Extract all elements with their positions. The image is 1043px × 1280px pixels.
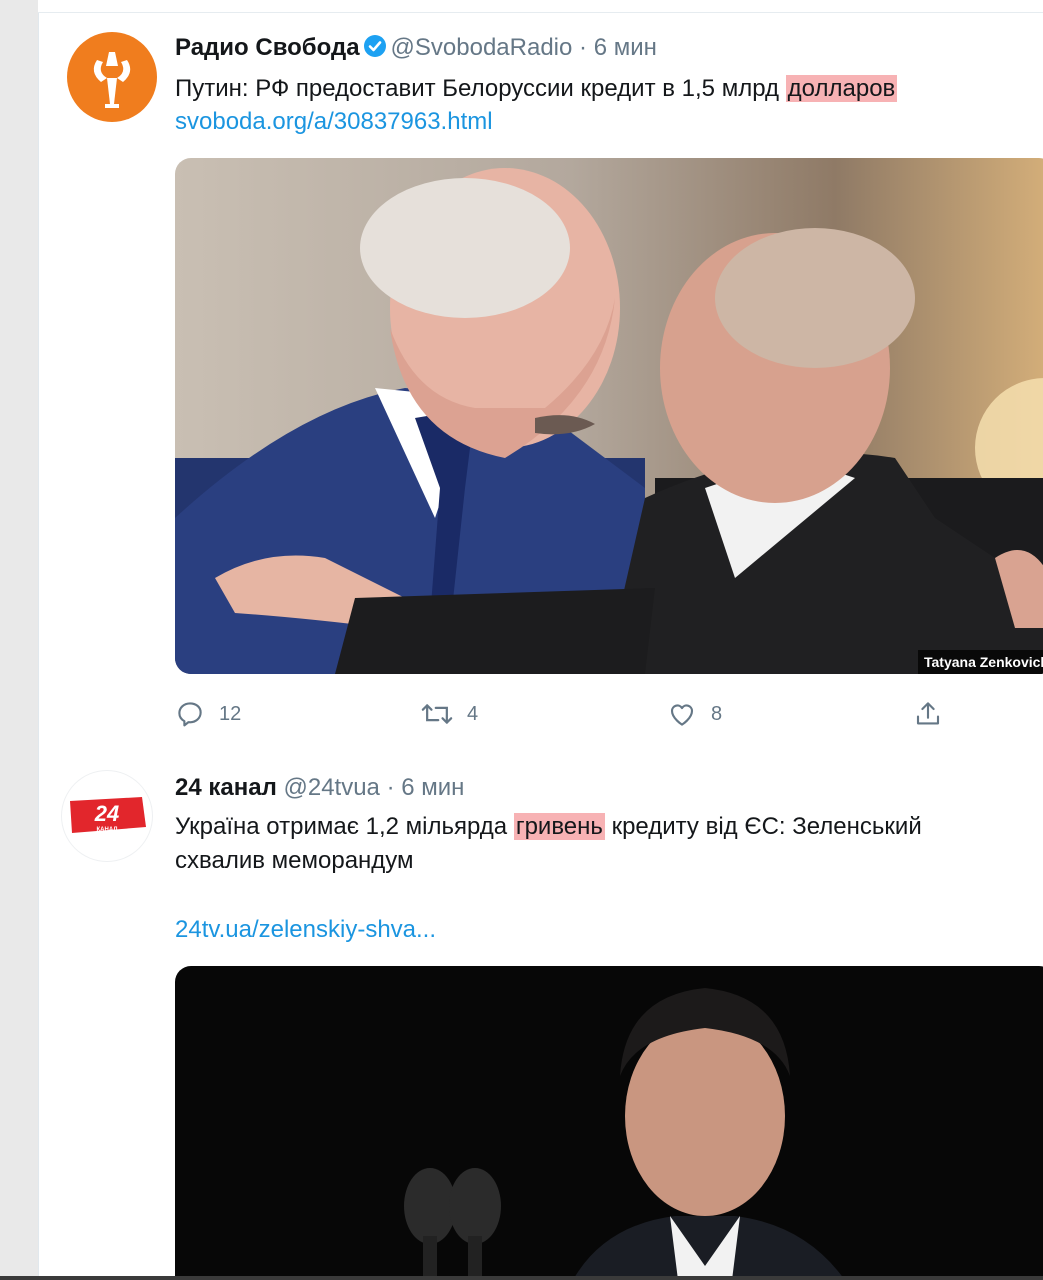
highlighted-word: долларов — [785, 75, 898, 102]
tweet-photo-image — [175, 158, 1043, 674]
tweet-actions: 12 4 8 — [175, 694, 975, 734]
tweet-link[interactable]: svoboda.org/a/30837963.html — [175, 108, 493, 136]
like-button[interactable]: 8 — [667, 694, 722, 734]
svoboda-torch-icon — [93, 52, 131, 108]
tweet-photo[interactable] — [175, 966, 1043, 1276]
tweet-header: Радио Свобода @SvobodaRadio · 6 мин — [175, 34, 657, 65]
channel-24-logo-icon: 24 КАНАЛ — [70, 797, 146, 833]
avatar-svoboda[interactable] — [67, 32, 157, 122]
tweet-text-rest: кредиту від ЄС: Зеленський — [604, 813, 922, 840]
verified-badge-icon — [363, 34, 387, 65]
tweet-text: Україна отримає 1,2 мільярда гривень кре… — [175, 810, 922, 844]
window-bottom-edge — [0, 1276, 1043, 1280]
highlighted-word: гривень — [513, 813, 605, 840]
retweet-button[interactable]: 4 — [421, 694, 478, 734]
tweet-time[interactable]: 6 мин — [401, 774, 464, 801]
logo-number: 24 — [94, 801, 119, 826]
tweet-time[interactable]: 6 мин — [594, 34, 657, 61]
author-handle[interactable]: @SvobodaRadio — [391, 34, 573, 61]
tweet-svoboda[interactable]: Радио Свобода @SvobodaRadio · 6 мин Путин… — [39, 0, 1043, 760]
logo-subtext: КАНАЛ — [97, 827, 118, 833]
timeline-feed: Радио Свобода @SvobodaRadio · 6 мин Путин… — [38, 0, 1043, 1276]
separator-dot: · — [579, 34, 588, 61]
tweet-text-main: Путин: РФ предоставит Белоруссии кредит … — [175, 75, 786, 102]
avatar-24kanal[interactable]: 24 КАНАЛ — [62, 771, 152, 861]
tweet-24kanal[interactable]: 24 КАНАЛ 24 канал @24tvua · 6 мин Україн… — [39, 760, 1043, 1276]
tweet-header: 24 канал @24tvua · 6 мин — [175, 774, 464, 802]
author-handle[interactable]: @24tvua — [283, 774, 379, 801]
share-button[interactable] — [913, 694, 957, 734]
tweet-text-main: Україна отримає 1,2 мільярда — [175, 813, 514, 840]
retweet-icon — [421, 704, 453, 724]
tweet-photo[interactable]: Tatyana Zenkovich — [175, 158, 1043, 674]
retweet-count: 4 — [467, 702, 479, 725]
separator-dot: · — [386, 774, 395, 801]
like-count: 8 — [711, 702, 723, 725]
author-name[interactable]: 24 канал — [175, 774, 277, 801]
share-icon — [916, 702, 940, 725]
photo-credit: Tatyana Zenkovich — [917, 650, 1043, 674]
tweet-link[interactable]: 24tv.ua/zelenskiy-shva... — [175, 916, 436, 944]
tweet-text-line2: схвалив меморандум — [175, 847, 414, 874]
top-divider — [38, 0, 1043, 13]
author-name[interactable]: Радио Свобода — [175, 34, 360, 61]
tweet-text: Путин: РФ предоставит Белоруссии кредит … — [175, 72, 898, 106]
reply-button[interactable]: 12 — [175, 694, 241, 734]
reply-icon — [178, 702, 202, 727]
heart-icon — [670, 704, 694, 726]
tweet-photo-image — [175, 966, 1043, 1276]
reply-count: 12 — [219, 702, 242, 725]
